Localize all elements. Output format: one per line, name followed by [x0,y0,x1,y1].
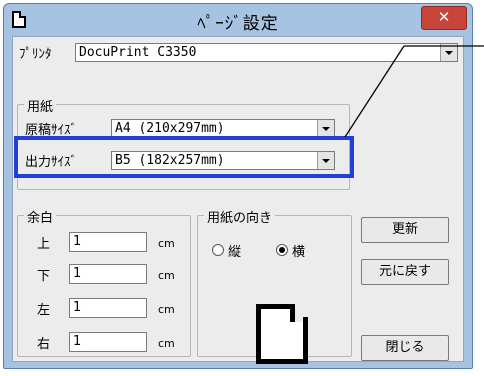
output-size-highlight [14,136,354,178]
printer-select[interactable]: DocuPrint C3350 [75,43,458,62]
window-title: ﾍﾟｰｼﾞ設定 [197,14,279,34]
chevron-down-icon[interactable] [440,44,457,61]
close-window-button[interactable]: ✕ [421,6,467,30]
margin-left-unit: cm [158,303,175,316]
title-bar[interactable]: ﾍﾟｰｼﾞ設定 ✕ [4,4,472,36]
restore-button[interactable]: 元に戻す [361,259,449,285]
margin-left-label: 左 [37,303,51,318]
margin-right-label: 右 [37,337,51,352]
chevron-down-icon[interactable] [317,120,334,137]
margin-top-label: 上 [37,237,51,252]
margin-right-input[interactable]: 1 [69,332,147,352]
landscape-radio[interactable] [276,244,288,256]
portrait-label: 縦 [228,245,242,260]
margin-top-input[interactable]: 1 [69,232,147,252]
orientation-group: 用紙の向き 縦 横 [197,207,352,364]
page-setup-dialog: ﾍﾟｰｼﾞ設定 ✕ ﾌﾟﾘﾝﾀ DocuPrint C3350 用紙 原稿ｻｲｽ… [3,3,473,369]
landscape-label: 横 [292,245,306,260]
page-orientation-icon [256,304,308,364]
margin-left-input[interactable]: 1 [69,298,147,318]
margin-bottom-label: 下 [37,269,51,284]
margin-bottom-input[interactable]: 1 [69,264,147,284]
update-button[interactable]: 更新 [361,217,449,243]
margin-bottom-unit: cm [158,269,175,282]
paper-group-label: 用紙 [24,96,57,115]
dialog-body: ﾌﾟﾘﾝﾀ DocuPrint C3350 用紙 原稿ｻｲｽﾞ A4 (210x… [12,36,464,364]
margins-group-label: 余白 [24,207,57,226]
original-size-value: A4 (210x297mm) [115,121,225,136]
close-button[interactable]: 閉じる [361,335,449,361]
margin-right-unit: cm [158,337,175,350]
portrait-radio[interactable] [212,244,224,256]
printer-label: ﾌﾟﾘﾝﾀ [19,47,52,62]
printer-value: DocuPrint C3350 [79,45,197,60]
orientation-group-label: 用紙の向き [204,207,276,226]
margin-top-unit: cm [158,237,175,250]
